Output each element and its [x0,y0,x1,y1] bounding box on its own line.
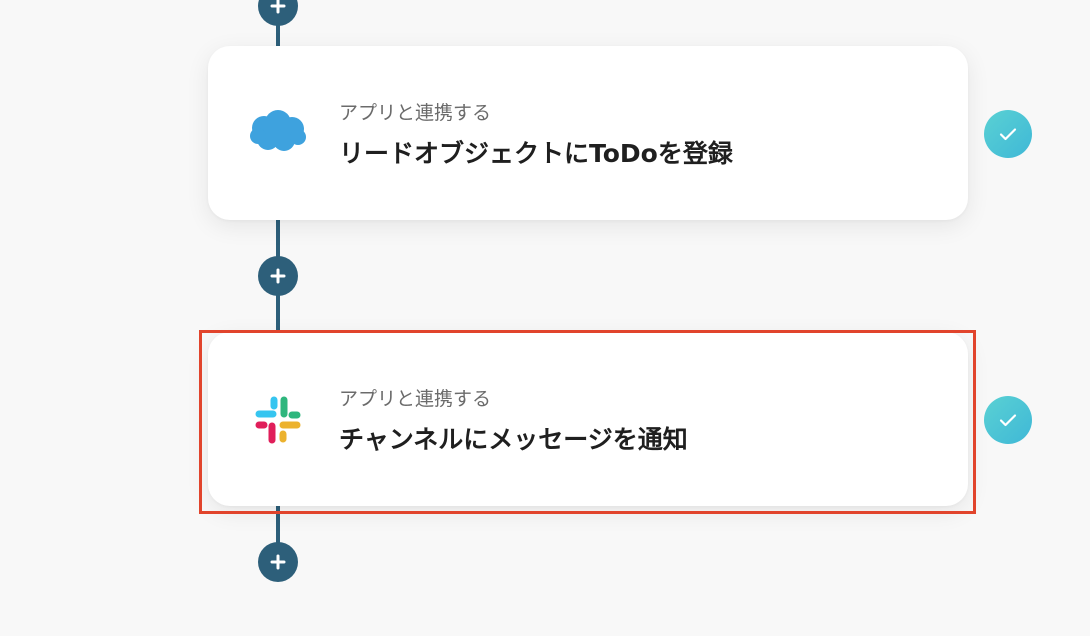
step-complete-check-icon [984,396,1032,444]
plus-icon [270,268,286,284]
step-title: チャンネルにメッセージを通知 [339,425,688,454]
add-step-button-top[interactable] [258,0,298,26]
plus-icon [270,0,286,14]
step-title: リードオブジェクトにToDoを登録 [339,139,733,168]
slack-logo-icon [250,392,306,448]
add-step-button-middle[interactable] [258,256,298,296]
step-complete-check-icon [984,110,1032,158]
plus-icon [270,554,286,570]
add-step-button-bottom[interactable] [258,542,298,582]
step-card-slack[interactable]: アプリと連携する チャンネルにメッセージを通知 [208,332,968,506]
step-subtitle: アプリと連携する [339,388,492,410]
step-subtitle: アプリと連携する [339,102,492,124]
step-card-salesforce[interactable]: アプリと連携する リードオブジェクトにToDoを登録 [208,46,968,220]
salesforce-cloud-icon [248,106,308,158]
